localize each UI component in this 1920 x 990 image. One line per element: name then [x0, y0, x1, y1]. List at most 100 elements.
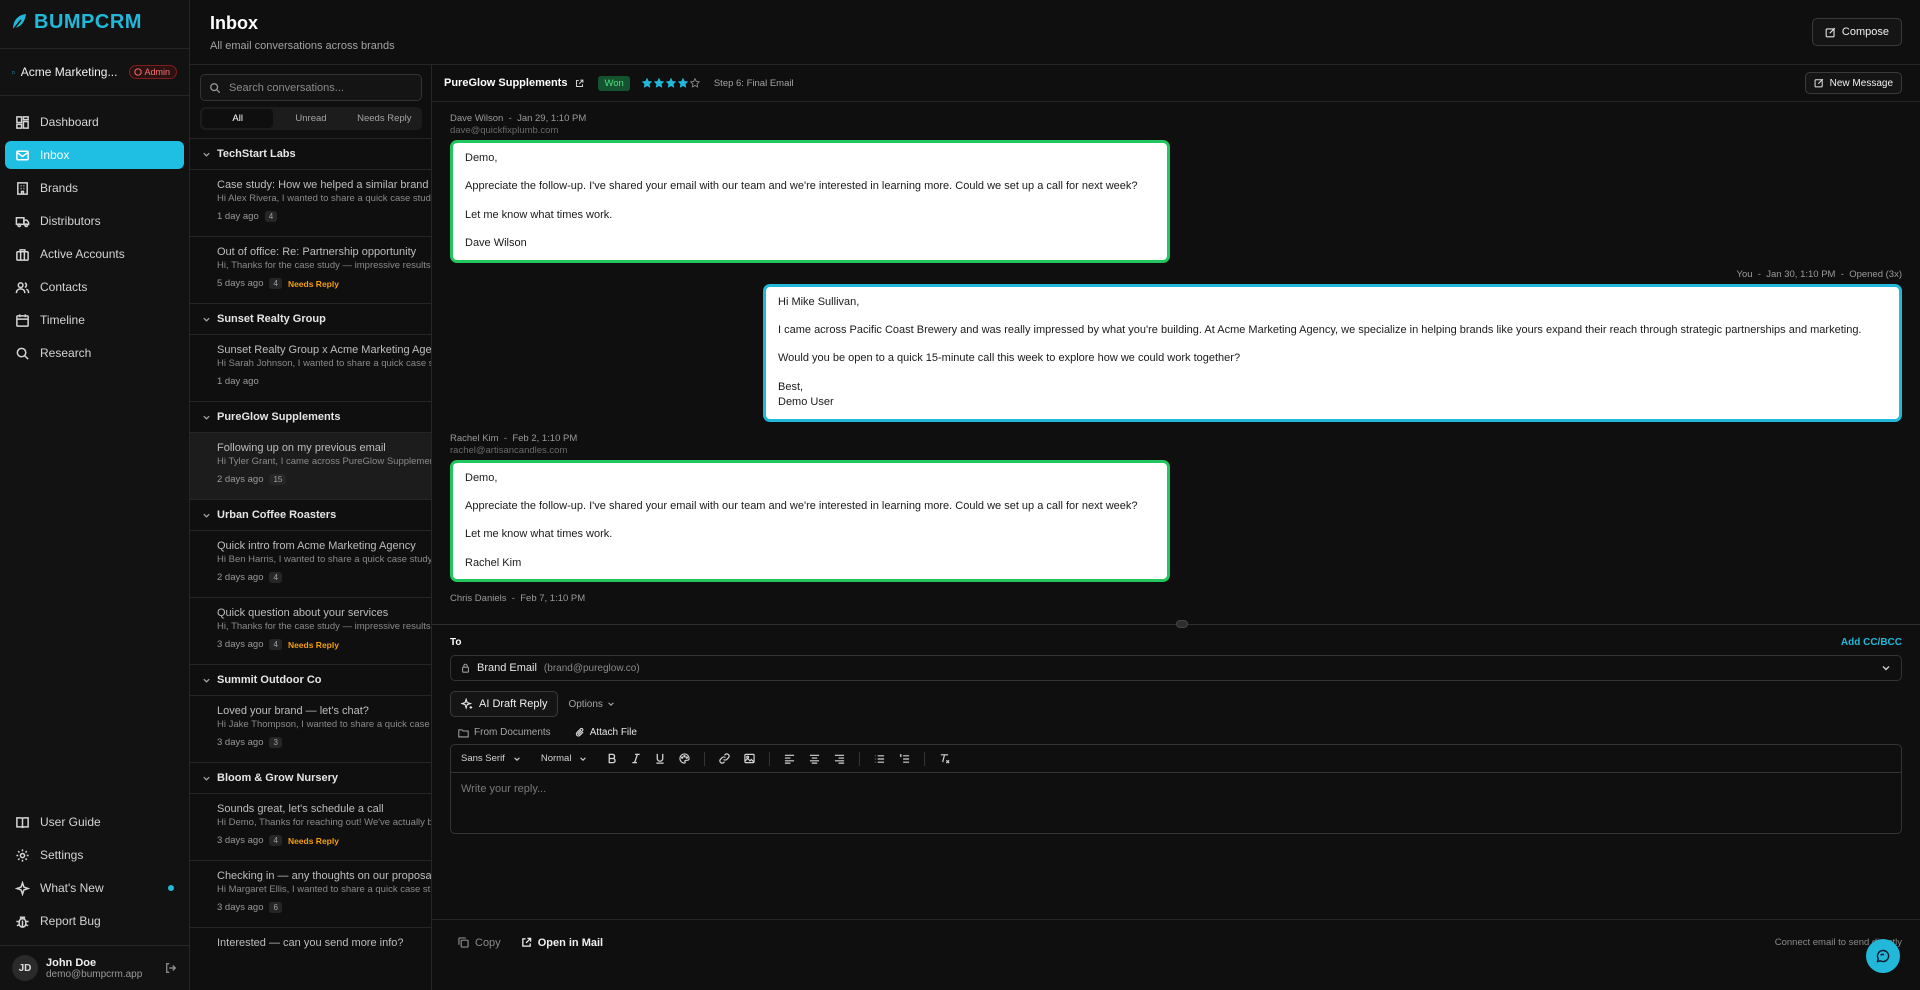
message-date: Jan 30, 1:10 PM [1766, 268, 1836, 280]
message-meta: Rachel Kim - Feb 2, 1:10 PM [450, 432, 578, 444]
font-family-select[interactable]: Sans Serif [461, 753, 521, 764]
workspace-switcher[interactable]: Acme Marketing... Admin [0, 48, 189, 96]
nav-item-brands[interactable]: Brands [5, 174, 184, 202]
nav-item-research[interactable]: Research [5, 339, 184, 367]
nav-item-active-accounts[interactable]: Active Accounts [5, 240, 184, 268]
nav-item-user-guide[interactable]: User Guide [5, 808, 184, 836]
font-size-select[interactable]: Normal [541, 753, 588, 764]
nav-item-distributors[interactable]: Distributors [5, 207, 184, 235]
align-right-button[interactable] [834, 754, 845, 764]
conversation-item[interactable]: Following up on my previous email Hi Tyle… [190, 433, 431, 500]
italic-button[interactable] [631, 753, 641, 764]
search-input[interactable] [229, 81, 409, 94]
logout-icon[interactable] [165, 962, 177, 974]
clear-format-icon [941, 754, 950, 764]
conversation-item[interactable]: Out of office: Re: Partnership opportuni… [190, 237, 431, 304]
color-button[interactable] [679, 753, 691, 764]
conversation-item[interactable]: Case study: How we helped a similar bran… [190, 170, 431, 237]
message-count-badge: 4 [269, 572, 282, 583]
conversation-group-header[interactable]: Sunset Realty Group [190, 304, 431, 335]
conversation-group-header[interactable]: Summit Outdoor Co [190, 665, 431, 696]
star-filled-icon[interactable] [653, 78, 664, 88]
conversation-preview: Hi, Thanks for the case study — impressi… [217, 260, 431, 271]
options-dropdown[interactable]: Options [568, 699, 614, 710]
conversation-group-header[interactable]: Bloom & Grow Nursery [190, 763, 431, 794]
recipient-name: Brand Email [477, 662, 537, 674]
conversation-item[interactable]: Sounds great, let's schedule a call Hi De… [190, 794, 431, 861]
clear-format-button[interactable] [939, 753, 950, 764]
nav-item-whats-new[interactable]: What's New [5, 874, 184, 902]
link-button[interactable] [719, 753, 731, 764]
filter-all[interactable]: All [202, 109, 274, 128]
grip-icon[interactable] [1176, 620, 1188, 628]
admin-badge-label: Admin [144, 67, 170, 77]
chat-support-button[interactable] [1866, 939, 1900, 973]
star-filled-icon[interactable] [665, 78, 676, 88]
bullet-list-icon [875, 754, 885, 763]
logo[interactable]: BUMPCRM [0, 0, 189, 44]
nav-item-contacts[interactable]: Contacts [5, 273, 184, 301]
conversation-item[interactable]: Loved your brand — let's chat? Hi Jake Th… [190, 696, 431, 763]
from-documents-button[interactable]: From Documents [458, 727, 551, 738]
thread-brand-name[interactable]: PureGlow Supplements [444, 77, 567, 89]
main-area: Inbox All email conversations across bra… [190, 0, 1920, 990]
attach-file-button[interactable]: Attach File [575, 727, 637, 738]
ai-draft-reply-button[interactable]: AI Draft Reply [450, 691, 559, 717]
nav-item-timeline[interactable]: Timeline [5, 306, 184, 334]
group-name: Summit Outdoor Co [217, 674, 322, 686]
external-link-icon[interactable] [575, 79, 584, 88]
search-icon [16, 347, 29, 360]
nav-item-dashboard[interactable]: Dashboard [5, 108, 184, 136]
attach-file-label: Attach File [589, 727, 637, 738]
conversation-group-header[interactable]: Urban Coffee Roasters [190, 500, 431, 531]
bold-button[interactable] [607, 753, 617, 764]
incoming-message: Demo, Appreciate the follow-up. I've shar… [450, 459, 1170, 583]
numbered-list-button[interactable] [899, 753, 910, 764]
message-meta: Dave Wilson - Jan 29, 1:10 PM [450, 113, 587, 124]
star-empty-icon[interactable] [689, 78, 700, 88]
conversation-item[interactable]: Sunset Realty Group x Acme Marketing Age… [190, 335, 431, 402]
conversation-group-header[interactable]: PureGlow Supplements [190, 402, 431, 433]
copy-button[interactable]: Copy [458, 937, 501, 949]
bullet-list-button[interactable] [874, 754, 885, 764]
reply-editor[interactable]: Write your reply... [451, 773, 1901, 833]
conversation-time: 1 day ago [217, 376, 259, 387]
conversation-item[interactable]: Checking in — any thoughts on our propos… [190, 861, 431, 928]
calendar-icon [16, 313, 29, 327]
conversation-subject: Loved your brand — let's chat? [217, 705, 369, 717]
image-button[interactable] [744, 753, 756, 764]
recipient-select[interactable]: Brand Email (brand@pureglow.co) [450, 655, 1902, 681]
conversation-item[interactable]: Quick intro from Acme Marketing Agency Hi… [190, 531, 431, 598]
message-count-badge: 6 [269, 902, 282, 913]
opened-status: Opened (3x) [1849, 268, 1902, 280]
nav-item-report-bug[interactable]: Report Bug [5, 907, 184, 935]
new-message-button[interactable]: New Message [1804, 72, 1902, 94]
open-in-mail-button[interactable]: Open in Mail [521, 937, 603, 949]
avatar[interactable]: JD [12, 955, 38, 981]
add-cc-bcc-link[interactable]: Add CC/BCC [1841, 637, 1902, 648]
group-name: TechStart Labs [217, 148, 296, 160]
star-filled-icon[interactable] [641, 78, 652, 88]
align-left-button[interactable] [784, 754, 795, 764]
conversation-item[interactable]: Interested — can you send more info? [190, 928, 431, 990]
nav-item-settings[interactable]: Settings [5, 841, 184, 869]
filter-unread[interactable]: Unread [275, 109, 346, 128]
conversation-group-header[interactable]: TechStart Labs [190, 139, 431, 170]
compose-button[interactable]: Compose [1811, 18, 1902, 46]
conversation-meta: 5 days ago 4 Needs Reply [217, 278, 431, 289]
filter-needs-reply[interactable]: Needs Reply [349, 109, 420, 128]
align-center-button[interactable] [809, 754, 820, 764]
conversation-meta: 3 days ago 4 Needs Reply [217, 639, 431, 650]
conversation-subject: Case study: How we helped a similar bran… [217, 179, 429, 191]
rating-stars[interactable] [641, 78, 700, 88]
rich-text-editor: Sans Serif Normal Write your reply... [450, 744, 1902, 834]
nav-label: Dashboard [40, 115, 99, 129]
underline-button[interactable] [655, 753, 665, 764]
resize-handle[interactable] [432, 620, 1920, 628]
content: All Unread Needs Reply TechStart Labs Cas… [190, 65, 1920, 990]
star-filled-icon[interactable] [677, 78, 688, 88]
conversation-item[interactable]: Quick question about your services Hi, Th… [190, 598, 431, 665]
conversation-preview: Hi Jake Thompson, I wanted to share a qu… [217, 719, 430, 730]
bottom-nav: User Guide Settings What's New Report Bu… [5, 808, 184, 940]
nav-item-inbox[interactable]: Inbox [5, 141, 184, 169]
